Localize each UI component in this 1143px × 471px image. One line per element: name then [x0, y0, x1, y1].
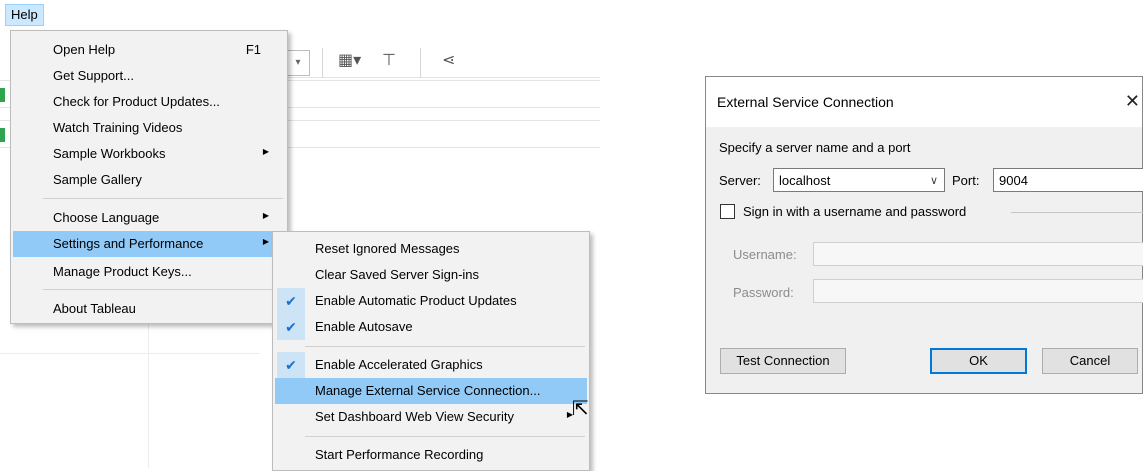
mouse-pointer-icon: ⇱ [572, 398, 589, 420]
menu-item-label: Enable Accelerated Graphics [315, 357, 483, 372]
port-label: Port: [952, 173, 980, 188]
shortcut-label: F1 [245, 42, 261, 57]
menu-item-label: Manage External Service Connection... [315, 383, 541, 398]
toolbar-separator [420, 48, 421, 78]
checkmark-icon: ✔ [277, 352, 305, 378]
menu-item-settings-performance[interactable]: Settings and Performance ▶ [13, 231, 285, 257]
menu-item-sample-gallery[interactable]: Sample Gallery [13, 167, 285, 193]
test-connection-button[interactable]: Test Connection [720, 348, 846, 374]
port-field[interactable]: 9004 [993, 168, 1143, 192]
server-label: Server: [719, 173, 761, 188]
shelf-marker-icon [0, 128, 5, 142]
menu-item-sample-workbooks[interactable]: Sample Workbooks ▶ [13, 141, 285, 167]
dialog-titlebar: External Service Connection ✕ [706, 77, 1142, 127]
password-label: Password: [733, 285, 794, 300]
menu-item-autosave[interactable]: ✔ Enable Autosave [275, 314, 587, 340]
menu-separator [305, 436, 585, 437]
menu-item-label: Enable Autosave [315, 319, 413, 334]
submenu-arrow-icon: ▶ [262, 237, 269, 246]
menu-separator [43, 289, 283, 290]
menu-item-label: Watch Training Videos [53, 120, 183, 135]
menu-item-accelerated-graphics[interactable]: ✔ Enable Accelerated Graphics [275, 352, 587, 378]
menu-item-manage-product-keys[interactable]: Manage Product Keys... [13, 259, 285, 285]
menu-item-reset-ignored-messages[interactable]: Reset Ignored Messages [275, 236, 587, 262]
menu-item-label: Start Performance Recording [315, 447, 484, 462]
menu-item-get-support[interactable]: Get Support... [13, 63, 285, 89]
menu-item-label: Sample Workbooks [53, 146, 166, 161]
signin-checkbox[interactable] [720, 204, 735, 219]
menu-separator [43, 198, 283, 199]
presentation-icon[interactable]: ⊤ [382, 50, 396, 70]
menu-item-clear-server-signins[interactable]: Clear Saved Server Sign-ins [275, 262, 587, 288]
password-field[interactable] [813, 279, 1143, 303]
username-label: Username: [733, 247, 797, 262]
submenu-arrow-icon: ▶ [262, 147, 269, 156]
menu-item-label: Enable Automatic Product Updates [315, 293, 517, 308]
toolbar: ▾ ▦▾ ⊤ ⋖ [280, 38, 600, 78]
signin-label: Sign in with a username and password [743, 204, 967, 219]
menu-item-label: About Tableau [53, 301, 136, 316]
share-icon[interactable]: ⋖ [442, 50, 455, 70]
grid-line [0, 353, 260, 354]
checkmark-icon: ✔ [277, 288, 305, 314]
menu-help[interactable]: Help [5, 4, 44, 26]
close-icon[interactable]: ✕ [1125, 91, 1140, 112]
chevron-down-icon[interactable]: ∨ [930, 174, 938, 187]
menu-bar: Help [0, 0, 600, 28]
menu-item-about-tableau[interactable]: About Tableau [13, 296, 285, 322]
menu-item-training-videos[interactable]: Watch Training Videos [13, 115, 285, 141]
server-combobox[interactable]: localhost ∨ [773, 168, 945, 192]
menu-item-automatic-updates[interactable]: ✔ Enable Automatic Product Updates [275, 288, 587, 314]
menu-item-label: Get Support... [53, 68, 134, 83]
settings-performance-submenu: Reset Ignored Messages Clear Saved Serve… [272, 231, 590, 471]
dialog-title: External Service Connection [717, 94, 894, 110]
ok-button[interactable]: OK [930, 348, 1027, 374]
shelf-marker-icon [0, 88, 5, 102]
menu-item-label: Settings and Performance [53, 236, 204, 251]
menu-item-label: Check for Product Updates... [53, 94, 220, 109]
menu-separator [305, 346, 585, 347]
menu-item-label: Choose Language [53, 210, 160, 225]
grid-line [148, 318, 149, 468]
external-service-dialog: External Service Connection ✕ Specify a … [705, 76, 1143, 394]
menu-item-label: Reset Ignored Messages [315, 241, 460, 256]
cancel-button[interactable]: Cancel [1042, 348, 1138, 374]
menu-item-manage-external-service[interactable]: Manage External Service Connection... [275, 378, 587, 404]
group-border [1011, 212, 1143, 213]
help-menu: Open Help F1 Get Support... Check for Pr… [10, 30, 288, 324]
instruction-text: Specify a server name and a port [719, 140, 911, 155]
menu-item-label: Clear Saved Server Sign-ins [315, 267, 480, 282]
menu-item-label: Manage Product Keys... [53, 264, 192, 279]
menu-item-dashboard-web-view-security[interactable]: Set Dashboard Web View Security ▶ [275, 404, 587, 430]
submenu-arrow-icon: ▶ [262, 211, 269, 220]
menu-item-label: Sample Gallery [53, 172, 142, 187]
menu-item-start-performance-recording[interactable]: Start Performance Recording [275, 442, 587, 468]
menu-item-label: Set Dashboard Web View Security [315, 409, 514, 424]
server-value: localhost [779, 173, 831, 188]
username-field[interactable] [813, 242, 1143, 266]
menu-item-open-help[interactable]: Open Help F1 [13, 37, 285, 63]
show-me-icon[interactable]: ▦▾ [338, 50, 361, 70]
port-value: 9004 [999, 173, 1028, 188]
menu-item-choose-language[interactable]: Choose Language ▶ [13, 205, 285, 231]
menu-item-check-updates[interactable]: Check for Product Updates... [13, 89, 285, 115]
toolbar-separator [322, 48, 323, 78]
toolbar-dropdown-chevron-icon[interactable]: ▾ [286, 50, 310, 76]
menu-item-label: Open Help [53, 42, 116, 57]
checkmark-icon: ✔ [277, 314, 305, 340]
